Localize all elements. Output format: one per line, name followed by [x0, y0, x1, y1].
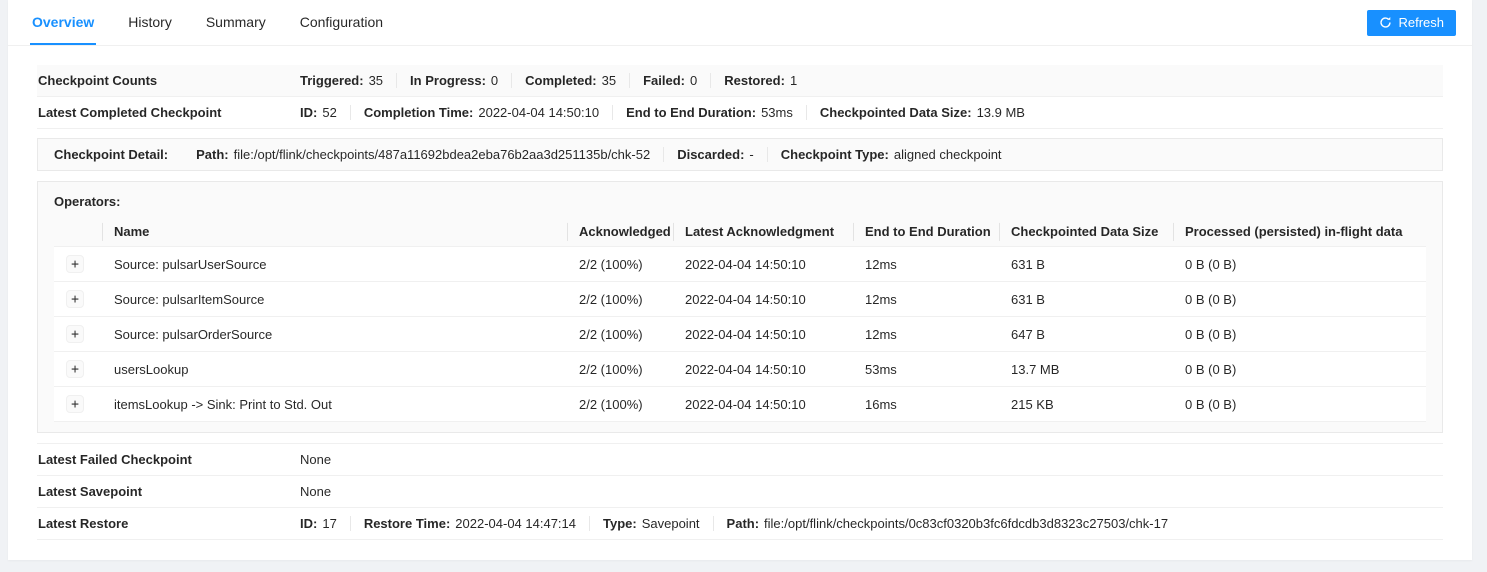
operator-inflight: 0 B (0 B)	[1173, 246, 1426, 282]
completed-size: Checkpointed Data Size: 13.9 MB	[805, 105, 1038, 120]
operator-size: 631 B	[999, 246, 1173, 282]
operator-size: 13.7 MB	[999, 351, 1173, 387]
operator-size: 631 B	[999, 281, 1173, 317]
operator-name: Source: pulsarItemSource	[102, 281, 567, 317]
table-row: + usersLookup 2/2 (100%) 2022-04-04 14:5…	[54, 351, 1426, 387]
row-label: Latest Restore	[38, 516, 129, 531]
operator-inflight: 0 B (0 B)	[1173, 281, 1426, 317]
restore-type: Type: Savepoint	[589, 516, 713, 531]
checkpoint-expanded-section: Checkpoint Detail: Path: file:/opt/flink/…	[37, 129, 1443, 444]
operators-header-row: Name Acknowledged Latest Acknowledgment …	[54, 217, 1426, 247]
table-row: + Source: pulsarOrderSource 2/2 (100%) 2…	[54, 316, 1426, 352]
tab-overview[interactable]: Overview	[30, 0, 97, 45]
detail-type: Checkpoint Type: aligned checkpoint	[766, 147, 1015, 162]
operator-duration: 16ms	[853, 386, 999, 422]
latest-failed-value: None	[300, 452, 332, 467]
operator-size: 647 B	[999, 316, 1173, 352]
count-completed: Completed: 35	[511, 73, 629, 88]
operator-name: usersLookup	[102, 351, 567, 387]
checkpoints-panel: Overview History Summary Configuration R…	[8, 0, 1472, 560]
column-checkpointed-data-size: Checkpointed Data Size	[999, 217, 1173, 247]
row-checkpoint-counts: Checkpoint Counts Triggered: 35 In Progre…	[37, 65, 1443, 97]
row-label: Latest Savepoint	[38, 484, 143, 499]
operator-latest-ack: 2022-04-04 14:50:10	[673, 281, 853, 317]
operator-duration: 12ms	[853, 281, 999, 317]
detail-discarded: Discarded: -	[663, 147, 767, 162]
column-latest-acknowledgment: Latest Acknowledgment	[673, 217, 853, 247]
completed-time: Completion Time: 2022-04-04 14:50:10	[349, 105, 612, 120]
operator-size: 215 KB	[999, 386, 1173, 422]
row-latest-completed-checkpoint: Latest Completed Checkpoint ID: 52 Comple…	[37, 97, 1443, 129]
operators-box: Operators: Name Acknowledged Latest Ackn…	[37, 181, 1443, 433]
operator-name: Source: pulsarOrderSource	[102, 316, 567, 352]
operator-acknowledged: 2/2 (100%)	[567, 246, 673, 282]
operator-acknowledged: 2/2 (100%)	[567, 386, 673, 422]
operator-acknowledged: 2/2 (100%)	[567, 351, 673, 387]
expand-column-header	[54, 217, 102, 247]
tab-bar: Overview History Summary Configuration R…	[8, 0, 1472, 46]
table-row: + Source: pulsarItemSource 2/2 (100%) 20…	[54, 281, 1426, 317]
restore-id: ID: 17	[300, 516, 337, 531]
expand-row-button[interactable]: +	[66, 395, 84, 413]
operators-label: Operators:	[54, 194, 121, 209]
tab-summary[interactable]: Summary	[204, 0, 268, 45]
tab-configuration[interactable]: Configuration	[298, 0, 385, 45]
overview-content: Checkpoint Counts Triggered: 35 In Progre…	[8, 46, 1472, 540]
table-row: + itemsLookup -> Sink: Print to Std. Out…	[54, 386, 1426, 422]
operator-inflight: 0 B (0 B)	[1173, 316, 1426, 352]
count-in-progress: In Progress: 0	[396, 73, 511, 88]
column-acknowledged: Acknowledged	[567, 217, 673, 247]
operator-latest-ack: 2022-04-04 14:50:10	[673, 351, 853, 387]
column-end-to-end-duration: End to End Duration	[853, 217, 999, 247]
operator-name: Source: pulsarUserSource	[102, 246, 567, 282]
checkpoint-detail-label: Checkpoint Detail:	[54, 147, 169, 162]
latest-restore-values: ID: 17 Restore Time: 2022-04-04 14:47:14 T…	[300, 516, 1181, 531]
count-triggered: Triggered: 35	[300, 73, 384, 88]
operator-latest-ack: 2022-04-04 14:50:10	[673, 386, 853, 422]
operator-inflight: 0 B (0 B)	[1173, 386, 1426, 422]
operator-duration: 12ms	[853, 246, 999, 282]
row-label: Latest Failed Checkpoint	[38, 452, 192, 467]
operator-duration: 53ms	[853, 351, 999, 387]
expand-row-button[interactable]: +	[66, 325, 84, 343]
row-label: Checkpoint Counts	[38, 73, 158, 88]
operator-acknowledged: 2/2 (100%)	[567, 281, 673, 317]
latest-savepoint-value: None	[300, 484, 332, 499]
tab-history[interactable]: History	[126, 0, 174, 45]
count-restored: Restored: 1	[710, 73, 810, 88]
operator-acknowledged: 2/2 (100%)	[567, 316, 673, 352]
refresh-button[interactable]: Refresh	[1367, 9, 1456, 36]
checkpoint-detail-values: Path: file:/opt/flink/checkpoints/487a116…	[196, 147, 1014, 162]
row-latest-savepoint: Latest Savepoint None	[37, 476, 1443, 508]
operator-inflight: 0 B (0 B)	[1173, 351, 1426, 387]
completed-id: ID: 52	[300, 105, 337, 120]
row-latest-restore: Latest Restore ID: 17 Restore Time: 2022-0…	[37, 508, 1443, 540]
completed-duration: End to End Duration: 53ms	[612, 105, 806, 120]
detail-path: Path: file:/opt/flink/checkpoints/487a116…	[196, 147, 651, 162]
operator-duration: 12ms	[853, 316, 999, 352]
operators-table: Name Acknowledged Latest Acknowledgment …	[54, 217, 1426, 422]
expand-row-button[interactable]: +	[66, 255, 84, 273]
expand-row-button[interactable]: +	[66, 360, 84, 378]
column-name: Name	[102, 217, 567, 247]
checkpoint-detail-box: Checkpoint Detail: Path: file:/opt/flink/…	[37, 138, 1443, 171]
expand-row-button[interactable]: +	[66, 290, 84, 308]
refresh-button-label: Refresh	[1398, 15, 1444, 30]
latest-completed-values: ID: 52 Completion Time: 2022-04-04 14:50:1…	[300, 105, 1038, 120]
table-row: + Source: pulsarUserSource 2/2 (100%) 20…	[54, 246, 1426, 282]
sync-icon	[1379, 16, 1392, 29]
operator-latest-ack: 2022-04-04 14:50:10	[673, 246, 853, 282]
restore-path: Path: file:/opt/flink/checkpoints/0c83cf0…	[712, 516, 1182, 531]
operator-latest-ack: 2022-04-04 14:50:10	[673, 316, 853, 352]
checkpoint-counts-values: Triggered: 35 In Progress: 0 Completed: 35 …	[300, 73, 810, 88]
column-processed-inflight: Processed (persisted) in-flight data	[1173, 217, 1426, 247]
operator-name: itemsLookup -> Sink: Print to Std. Out	[102, 386, 567, 422]
count-failed: Failed: 0	[629, 73, 710, 88]
tabs: Overview History Summary Configuration	[30, 0, 1367, 45]
row-label: Latest Completed Checkpoint	[38, 105, 222, 120]
restore-time: Restore Time: 2022-04-04 14:47:14	[349, 516, 589, 531]
row-latest-failed-checkpoint: Latest Failed Checkpoint None	[37, 444, 1443, 476]
